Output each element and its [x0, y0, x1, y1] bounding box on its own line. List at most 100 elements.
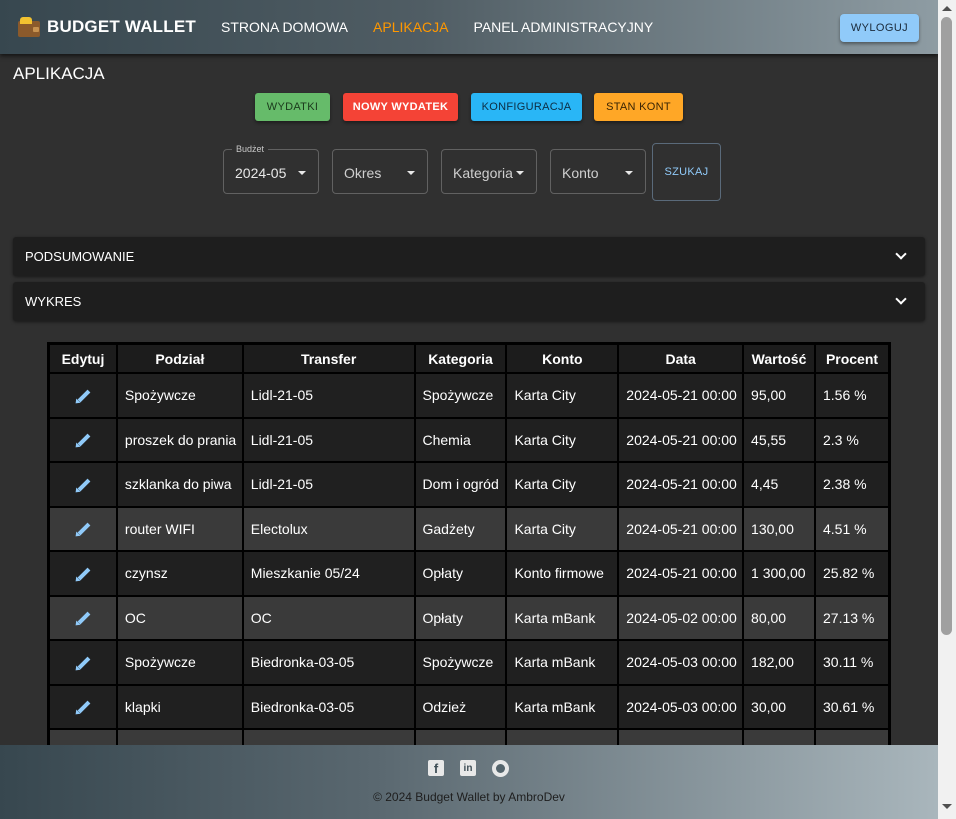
percent-cell: 25.82 %: [816, 552, 888, 595]
col-split[interactable]: Podział: [117, 345, 242, 372]
footer: f in © 2024 Budget Wallet by AmbroDev: [0, 745, 938, 819]
category-cell: Odzież: [415, 685, 506, 728]
pencil-icon[interactable]: [73, 699, 91, 717]
percent-cell: 4.51 %: [816, 507, 888, 550]
table-row: OC OC Opłaty Karta mBank 2024-05-02 00:0…: [50, 596, 888, 639]
scroll-down-arrow-icon[interactable]: [942, 804, 952, 809]
budget-select-label: Budżet: [232, 144, 269, 154]
category-cell: Opłaty: [415, 552, 506, 595]
linkedin-icon[interactable]: in: [460, 760, 476, 776]
scroll-up-arrow-icon[interactable]: [942, 6, 952, 11]
pencil-icon[interactable]: [73, 388, 91, 406]
value-cell: 95,00: [744, 374, 814, 417]
account-cell: Karta City: [507, 374, 618, 417]
vertical-scrollbar[interactable]: [938, 0, 956, 819]
chevron-down-icon: [895, 248, 907, 260]
percent-cell: 27.13 %: [816, 596, 888, 639]
date-cell: 2024-05-03 00:00: [619, 641, 743, 684]
budget-select-value: 2024-05: [235, 165, 287, 181]
date-cell: 2024-05-02 00:00: [619, 596, 743, 639]
value-cell: [744, 730, 814, 745]
col-percent[interactable]: Procent: [816, 345, 888, 372]
expenses-table: Edytuj Podział Transfer Kategoria Konto …: [47, 342, 891, 745]
category-select[interactable]: Kategoria: [441, 149, 537, 194]
split-cell: proszek do prania: [117, 418, 242, 461]
table-row: szklanka do piwa Lidl-21-05 Dom i ogród …: [50, 463, 888, 506]
brand-title: BUDGET WALLET: [47, 17, 196, 36]
col-date[interactable]: Data: [619, 345, 743, 372]
value-cell: 30,00: [744, 685, 814, 728]
account-cell: [507, 730, 618, 745]
value-cell: 80,00: [744, 596, 814, 639]
edit-cell[interactable]: [50, 507, 116, 550]
summary-accordion[interactable]: PODSUMOWANIE: [13, 237, 925, 276]
split-cell: router WIFI: [117, 507, 242, 550]
configuration-button[interactable]: KONFIGURACJA: [471, 93, 582, 121]
pencil-icon[interactable]: [73, 521, 91, 539]
pencil-icon[interactable]: [73, 477, 91, 495]
pencil-icon[interactable]: [73, 655, 91, 673]
account-cell: Karta City: [507, 418, 618, 461]
top-navbar: BUDGET WALLET STRONA DOMOWA APLIKACJA PA…: [0, 0, 938, 54]
col-value[interactable]: Wartość: [744, 345, 814, 372]
table-header-row: Edytuj Podział Transfer Kategoria Konto …: [50, 345, 888, 372]
edit-cell[interactable]: [50, 374, 116, 417]
table-row: Spożywcze Lidl-21-05 Spożywcze Karta Cit…: [50, 374, 888, 417]
account-balance-button[interactable]: STAN KONT: [594, 93, 683, 121]
edit-cell[interactable]: [50, 418, 116, 461]
account-cell: Karta City: [507, 507, 618, 550]
edit-cell[interactable]: [50, 596, 116, 639]
category-cell: [415, 730, 506, 745]
col-account[interactable]: Konto: [507, 345, 618, 372]
facebook-icon[interactable]: f: [428, 760, 444, 776]
value-cell: 182,00: [744, 641, 814, 684]
table-row: router WIFI Electolux Gadżety Karta City…: [50, 507, 888, 550]
edit-cell[interactable]: [50, 463, 116, 506]
category-cell: Spożywcze: [415, 641, 506, 684]
period-select-value: Okres: [344, 165, 382, 181]
category-cell: Dom i ogród: [415, 463, 506, 506]
expenses-table-container: Edytuj Podział Transfer Kategoria Konto …: [47, 342, 891, 745]
split-cell: klapki: [117, 685, 242, 728]
caret-down-icon: [407, 171, 415, 175]
edit-cell[interactable]: [50, 685, 116, 728]
pencil-icon[interactable]: [73, 432, 91, 450]
category-cell: Chemia: [415, 418, 506, 461]
footer-copyright: © 2024 Budget Wallet by AmbroDev: [373, 790, 565, 804]
edit-cell[interactable]: [50, 641, 116, 684]
account-cell: Karta City: [507, 463, 618, 506]
nav-link-admin[interactable]: PANEL ADMINISTRACYJNY: [474, 19, 654, 35]
edit-cell[interactable]: [50, 730, 116, 745]
transfer-cell: Lidl-21-05: [243, 374, 414, 417]
chart-accordion[interactable]: WYKRES: [13, 282, 925, 321]
transfer-cell: Electolux: [243, 507, 414, 550]
period-select[interactable]: Okres: [332, 149, 428, 194]
split-cell: szklanka do piwa: [117, 463, 242, 506]
transfer-cell: Lidl-21-05: [243, 463, 414, 506]
new-expense-button[interactable]: NOWY WYDATEK: [343, 93, 458, 121]
github-icon[interactable]: [492, 760, 509, 777]
percent-cell: 1.56 %: [816, 374, 888, 417]
nav-link-home[interactable]: STRONA DOMOWA: [221, 19, 348, 35]
edit-cell[interactable]: [50, 552, 116, 595]
date-cell: 2024-05-21 00:00: [619, 463, 743, 506]
pencil-icon[interactable]: [73, 566, 91, 584]
budget-select[interactable]: Budżet 2024-05: [223, 144, 319, 194]
account-select[interactable]: Konto: [550, 149, 646, 194]
pencil-icon[interactable]: [73, 610, 91, 628]
col-category[interactable]: Kategoria: [415, 345, 506, 372]
transfer-cell: [243, 730, 414, 745]
col-transfer[interactable]: Transfer: [243, 345, 414, 372]
split-cell: [117, 730, 242, 745]
account-cell: Karta mBank: [507, 596, 618, 639]
nav-links: STRONA DOMOWA APLIKACJA PANEL ADMINISTRA…: [221, 19, 678, 35]
expenses-button[interactable]: WYDATKI: [255, 93, 330, 121]
value-cell: 130,00: [744, 507, 814, 550]
account-cell: Karta mBank: [507, 685, 618, 728]
brand[interactable]: BUDGET WALLET: [18, 17, 196, 37]
scrollbar-thumb[interactable]: [941, 17, 952, 635]
logout-button[interactable]: WYLOGUJ: [840, 14, 919, 42]
nav-link-app[interactable]: APLIKACJA: [373, 19, 448, 35]
search-button[interactable]: SZUKAJ: [652, 143, 721, 201]
value-cell: 1 300,00: [744, 552, 814, 595]
